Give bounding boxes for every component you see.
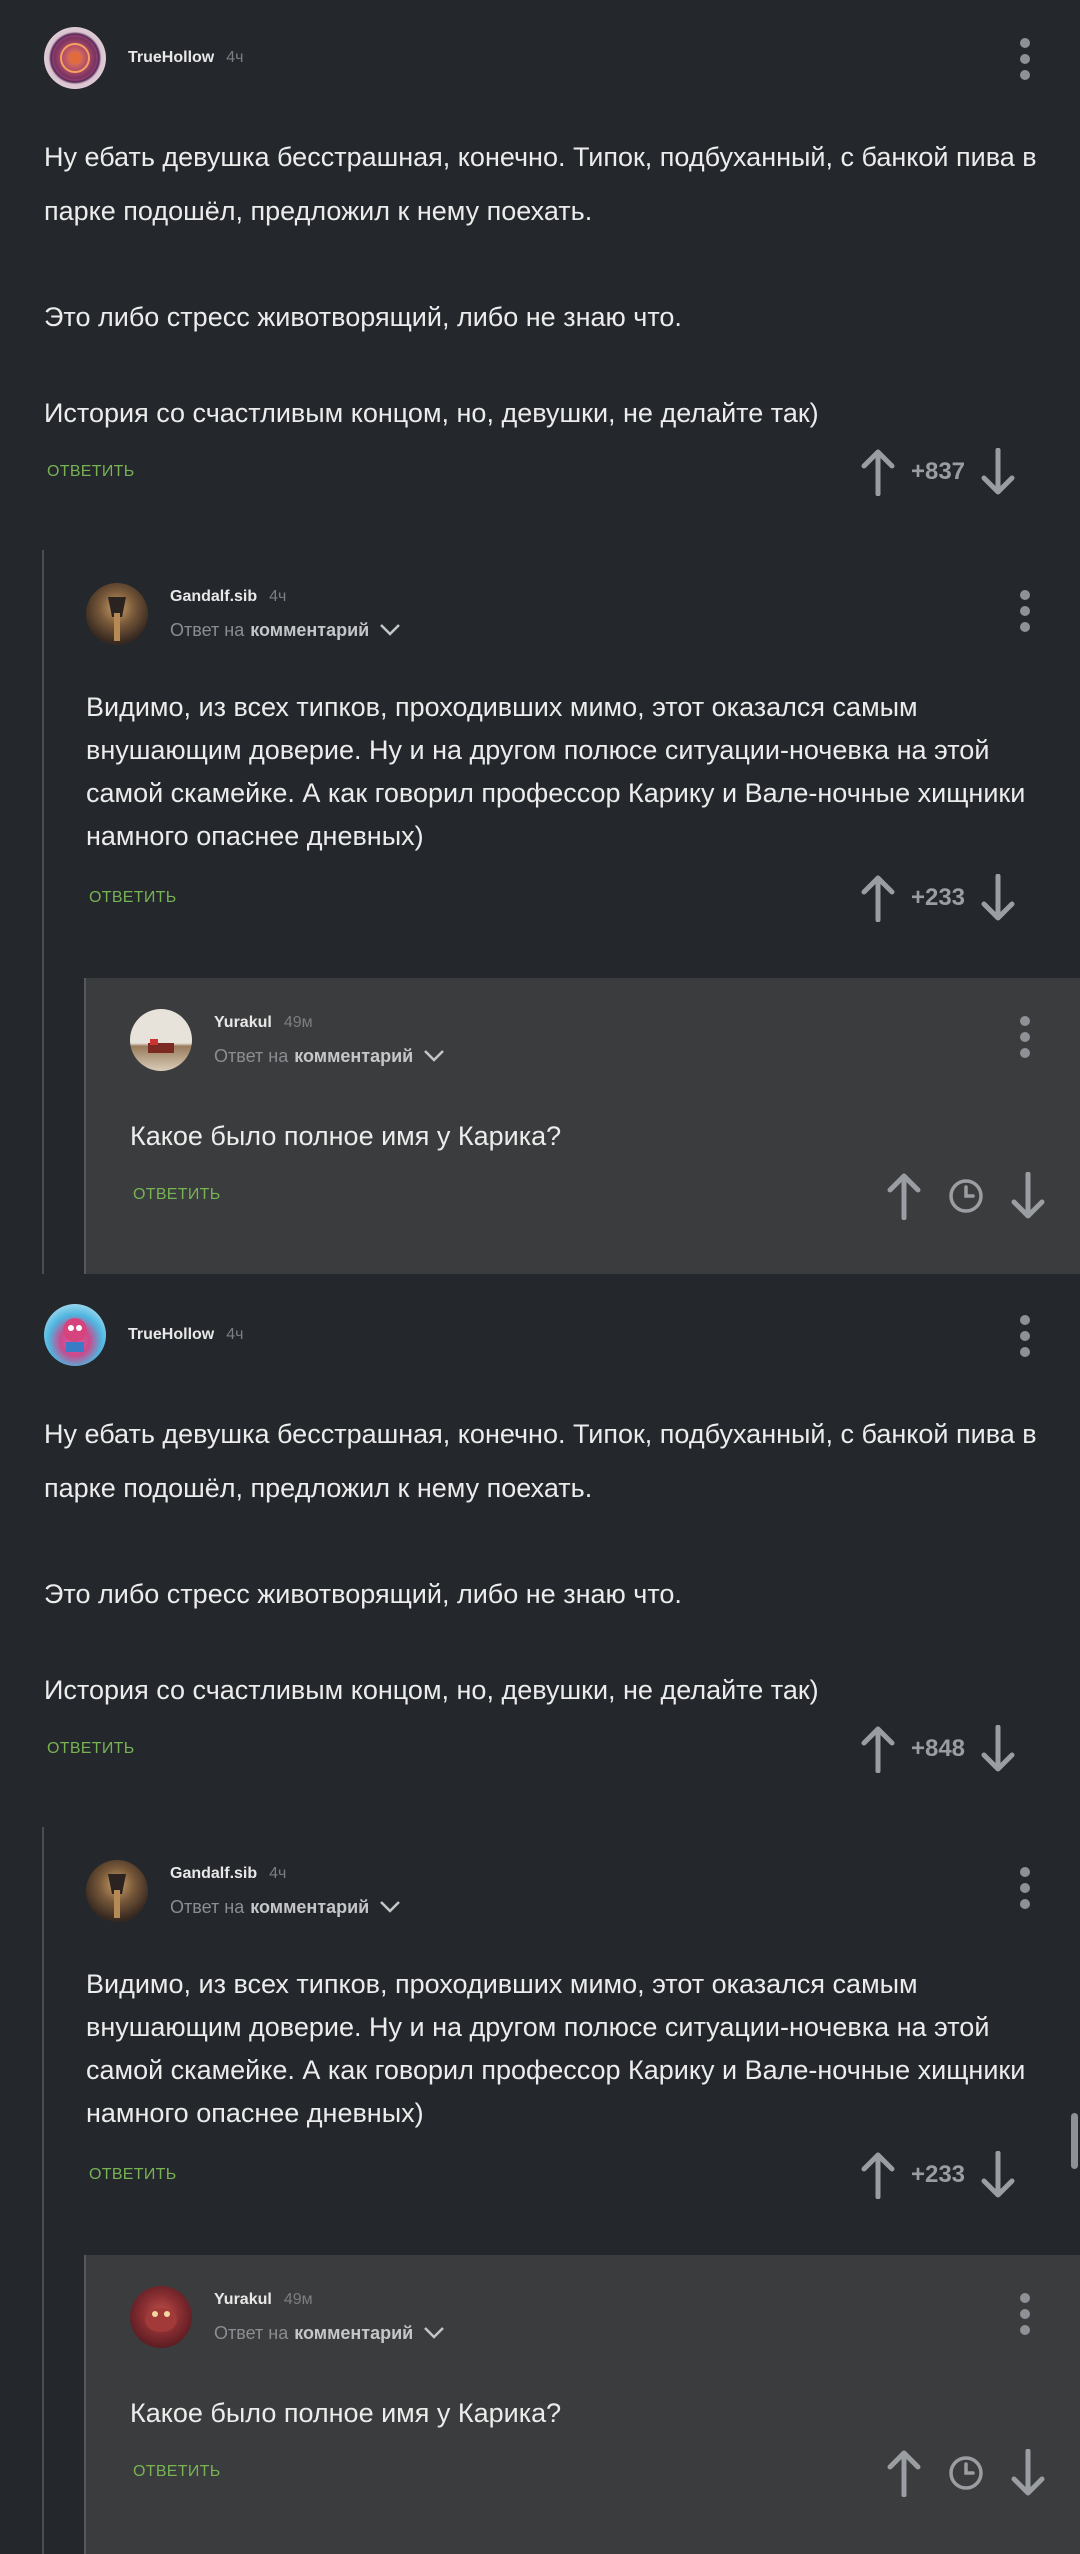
reply-to-target[interactable]: комментарий [250, 620, 369, 641]
reply-to-prefix: Ответ на [170, 619, 245, 640]
arrow-up-icon[interactable] [860, 448, 896, 496]
more-vertical-icon[interactable] [1010, 1311, 1040, 1361]
vote-score: +233 [910, 2161, 966, 2188]
author-name[interactable]: Yurakul [214, 2291, 272, 2309]
comment-body: Какое было полное имя у Карика? [130, 2398, 562, 2428]
comment-body: Какое было полное имя у Карика? [130, 1121, 562, 1151]
comment-header: Yurakul 49м Ответ на комментарий [130, 1009, 445, 1071]
more-vertical-icon[interactable] [1010, 1863, 1040, 1913]
arrow-down-icon[interactable] [980, 448, 1016, 496]
reply-to-target[interactable]: комментарий [250, 1897, 369, 1918]
reply-to-link[interactable]: Ответ на комментарий [214, 1046, 445, 1067]
arrow-up-icon[interactable] [886, 1172, 922, 1220]
vote-controls: +233 [860, 874, 1016, 922]
comment-paragraph: Ну ебать девушка бесстрашная, конечно. Т… [44, 142, 1037, 226]
comment-paragraph: История со счастливым концом, но, девушк… [44, 398, 819, 428]
more-vertical-icon[interactable] [1010, 586, 1040, 636]
author-name[interactable]: Gandalf.sib [170, 588, 257, 606]
comment-thread: TrueHollow 4ч Ну ебать девушка бесстрашн… [0, 1277, 1080, 2554]
reply-to-target[interactable]: комментарий [294, 1046, 413, 1067]
author-name[interactable]: TrueHollow [128, 1326, 214, 1344]
avatar[interactable] [130, 1009, 192, 1071]
clock-icon [949, 2456, 983, 2490]
timestamp: 4ч [269, 1864, 287, 1882]
timestamp: 4ч [226, 49, 244, 66]
comment-paragraph: История со счастливым концом, но, девушк… [44, 1675, 819, 1705]
comment-header: TrueHollow 4ч [44, 1304, 243, 1366]
comment-header: TrueHollow 4ч [44, 27, 243, 89]
avatar[interactable] [86, 583, 148, 645]
chevron-down-icon[interactable] [423, 2326, 445, 2340]
comment-header: Gandalf.sib 4ч Ответ на комментарий [86, 583, 401, 645]
reply-button[interactable]: ОТВЕТИТЬ [47, 463, 135, 481]
comment-body: Видимо, из всех типков, проходивших мимо… [86, 692, 1026, 851]
vote-score: +848 [910, 1735, 966, 1762]
reply-button[interactable]: ОТВЕТИТЬ [47, 1740, 135, 1758]
thread-line [42, 550, 44, 1274]
reply-to-prefix: Ответ на [170, 1896, 245, 1917]
reply-to-target[interactable]: комментарий [294, 2323, 413, 2344]
chevron-down-icon[interactable] [379, 1900, 401, 1914]
comment-paragraph: Это либо стресс животворящий, либо не зн… [44, 302, 682, 332]
arrow-down-icon[interactable] [980, 2151, 1016, 2199]
more-vertical-icon[interactable] [1010, 2289, 1040, 2339]
vote-controls [886, 2449, 1046, 2497]
vote-controls: +233 [860, 2151, 1016, 2199]
comment-paragraph: Это либо стресс животворящий, либо не зн… [44, 1579, 682, 1609]
reply-to-link[interactable]: Ответ на комментарий [214, 2323, 445, 2344]
timestamp: 4ч [269, 587, 287, 605]
comment-thread: TrueHollow 4ч Ну ебать девушка бесстрашн… [0, 0, 1080, 1276]
avatar[interactable] [44, 27, 106, 89]
nested-comment: Yurakul 49м Ответ на комментарий Какое б… [84, 2255, 1080, 2554]
vote-controls [886, 1172, 1046, 1220]
comment-body: Ну ебать девушка бесстрашная, конечно. Т… [44, 1407, 1044, 1717]
chevron-down-icon[interactable] [423, 1049, 445, 1063]
reply-button[interactable]: ОТВЕТИТЬ [133, 2463, 221, 2481]
author-name[interactable]: Gandalf.sib [170, 1865, 257, 1883]
arrow-down-icon[interactable] [1010, 1172, 1046, 1220]
nested-comment: Yurakul 49м Ответ на комментарий Какое б… [84, 978, 1080, 1274]
clock-icon [949, 1179, 983, 1213]
comment-body: Видимо, из всех типков, проходивших мимо… [86, 1969, 1026, 2128]
comment-body: Ну ебать девушка бесстрашная, конечно. Т… [44, 130, 1044, 440]
arrow-up-icon[interactable] [860, 1725, 896, 1773]
arrow-up-icon[interactable] [886, 2449, 922, 2497]
reply-to-prefix: Ответ на [214, 2322, 289, 2343]
vote-controls: +837 [860, 448, 1016, 496]
arrow-down-icon[interactable] [980, 1725, 1016, 1773]
reply-to-link[interactable]: Ответ на комментарий [170, 620, 401, 641]
vote-controls: +848 [860, 1725, 1016, 1773]
comment-paragraph: Ну ебать девушка бесстрашная, конечно. Т… [44, 1419, 1037, 1503]
reply-to-link[interactable]: Ответ на комментарий [170, 1897, 401, 1918]
reply-button[interactable]: ОТВЕТИТЬ [89, 2166, 177, 2184]
comment-header: Gandalf.sib 4ч Ответ на комментарий [86, 1860, 401, 1922]
arrow-down-icon[interactable] [1010, 2449, 1046, 2497]
timestamp: 49м [283, 1013, 313, 1031]
reply-button[interactable]: ОТВЕТИТЬ [89, 889, 177, 907]
comment-header: Yurakul 49м Ответ на комментарий [130, 2286, 445, 2348]
more-vertical-icon[interactable] [1010, 34, 1040, 84]
timestamp: 4ч [226, 1326, 244, 1343]
avatar[interactable] [86, 1860, 148, 1922]
author-name[interactable]: TrueHollow [128, 49, 214, 67]
vote-score: +837 [910, 458, 966, 485]
vote-score: +233 [910, 884, 966, 911]
more-vertical-icon[interactable] [1010, 1012, 1040, 1062]
arrow-up-icon[interactable] [860, 2151, 896, 2199]
avatar[interactable] [44, 1304, 106, 1366]
author-name[interactable]: Yurakul [214, 1014, 272, 1032]
timestamp: 49м [283, 2290, 313, 2308]
reply-to-prefix: Ответ на [214, 1045, 289, 1066]
arrow-down-icon[interactable] [980, 874, 1016, 922]
thread-line [42, 1827, 44, 2554]
chevron-down-icon[interactable] [379, 623, 401, 637]
scrollbar-thumb[interactable] [1071, 2113, 1078, 2169]
arrow-up-icon[interactable] [860, 874, 896, 922]
reply-button[interactable]: ОТВЕТИТЬ [133, 1186, 221, 1204]
avatar[interactable] [130, 2286, 192, 2348]
